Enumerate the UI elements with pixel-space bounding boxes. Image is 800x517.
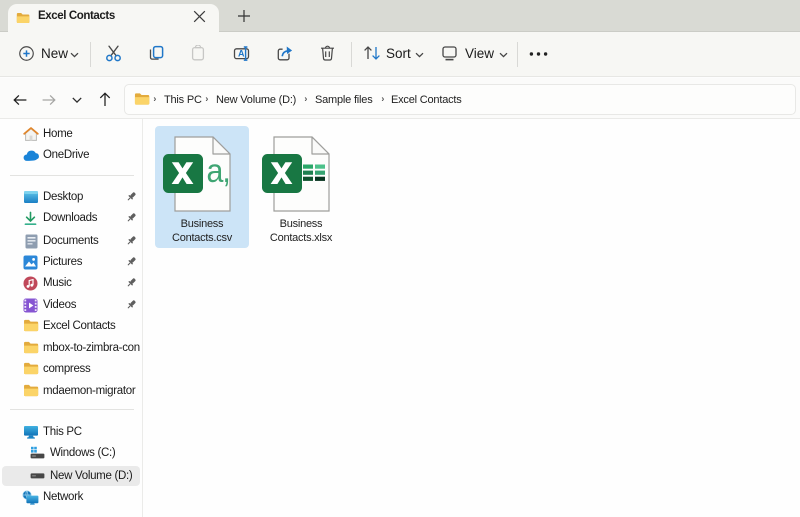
svg-text:A: A — [238, 49, 245, 59]
svg-text:a,: a, — [206, 152, 229, 189]
